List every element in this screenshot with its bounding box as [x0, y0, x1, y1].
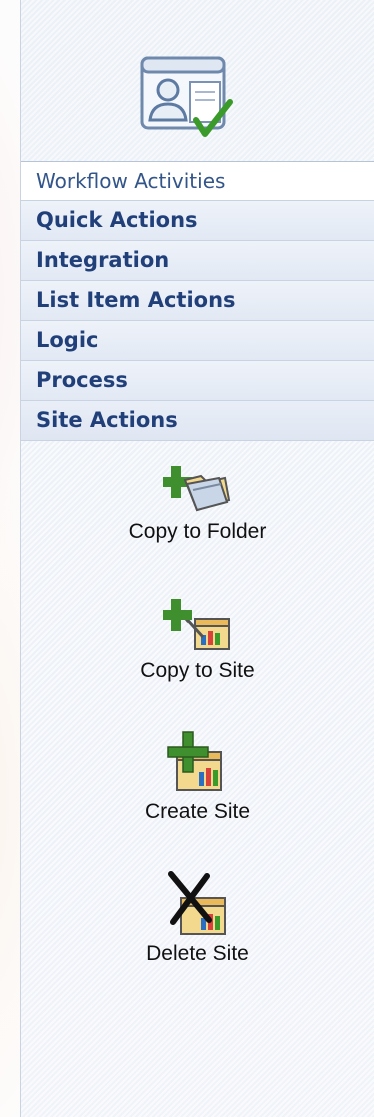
gallery-title: Workflow Activities	[21, 161, 374, 201]
panel-header	[21, 0, 374, 165]
action-delete-site[interactable]: Delete Site	[21, 868, 374, 966]
action-label: Copy to Folder	[128, 520, 267, 543]
category-list-item-actions[interactable]: List Item Actions	[21, 281, 374, 321]
category-site-actions[interactable]: Site Actions	[21, 401, 374, 441]
copy-to-site-icon	[162, 599, 230, 650]
category-quick-actions[interactable]: Quick Actions	[21, 201, 374, 241]
action-copy-to-folder[interactable]: Copy to Folder	[21, 446, 374, 544]
action-create-site[interactable]: Create Site	[21, 726, 374, 824]
create-site-icon	[166, 731, 222, 791]
action-label: Create Site	[144, 800, 251, 823]
page: Workflow Activities Quick Actions Integr…	[0, 0, 374, 1117]
copy-to-folder-icon	[162, 466, 230, 512]
action-copy-to-site[interactable]: Copy to Site	[21, 585, 374, 683]
workflow-user-document-check-icon	[140, 56, 233, 137]
action-label: Delete Site	[146, 942, 249, 965]
category-logic[interactable]: Logic	[21, 321, 374, 361]
action-label: Copy to Site	[140, 659, 255, 682]
category-process[interactable]: Process	[21, 361, 374, 401]
workflow-toolbox-panel: Workflow Activities Quick Actions Integr…	[20, 0, 374, 1117]
delete-site-icon	[167, 871, 226, 935]
category-integration[interactable]: Integration	[21, 241, 374, 281]
